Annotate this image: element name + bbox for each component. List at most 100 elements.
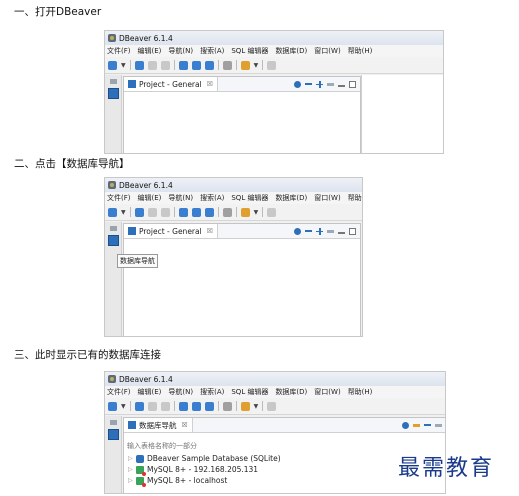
transaction-icon[interactable] (222, 60, 232, 70)
transaction-icon[interactable] (222, 207, 232, 217)
step-3-label: 三、此时显示已有的数据库连接 (14, 349, 161, 361)
link-icon[interactable] (327, 229, 334, 233)
close-icon[interactable]: ☒ (182, 421, 188, 429)
database-navigator-icon[interactable] (107, 429, 119, 440)
menu-file[interactable]: 文件(F) (107, 46, 131, 56)
restore-icon[interactable] (109, 226, 117, 231)
new-sql-script-icon[interactable] (204, 207, 214, 217)
new-connection-icon[interactable] (108, 207, 117, 217)
menu-sql-editor[interactable]: SQL 编辑器 (231, 193, 268, 203)
menu-window[interactable]: 窗口(W) (314, 46, 340, 56)
transaction-icon[interactable] (222, 401, 232, 411)
database-navigator-icon (128, 421, 136, 429)
tab-project-general[interactable]: Project - General ☒ (124, 77, 218, 91)
expand-icon[interactable]: ▷ (128, 455, 136, 462)
close-icon[interactable]: ☒ (207, 80, 213, 88)
connect-icon[interactable] (134, 207, 144, 217)
database-navigator-icon[interactable] (107, 235, 119, 246)
add-icon[interactable] (316, 80, 323, 88)
new-connection-icon[interactable] (108, 401, 117, 411)
maximize-icon[interactable] (349, 80, 356, 88)
connect-icon[interactable] (134, 60, 144, 70)
menu-database[interactable]: 数据库(D) (275, 46, 307, 56)
menu-edit[interactable]: 编辑(E) (138, 46, 162, 56)
collapse-icon[interactable] (305, 83, 312, 85)
restore-icon[interactable] (109, 420, 117, 425)
connect-icon[interactable] (134, 401, 144, 411)
menu-window[interactable]: 窗口(W) (314, 387, 340, 397)
chevron-down-icon[interactable]: ▼ (121, 62, 126, 69)
collapse-icon[interactable] (305, 230, 312, 232)
menu-search[interactable]: 搜索(A) (200, 46, 224, 56)
new-connection-icon[interactable] (108, 60, 117, 70)
minimize-icon[interactable] (338, 231, 345, 234)
toolbar-separator (217, 60, 219, 70)
menu-file[interactable]: 文件(F) (107, 193, 131, 203)
back-icon[interactable] (267, 401, 277, 411)
maximize-icon[interactable] (349, 227, 356, 235)
chevron-down-icon[interactable]: ▼ (254, 62, 259, 69)
chevron-down-icon[interactable]: ▼ (121, 209, 126, 216)
link-icon[interactable] (435, 423, 442, 427)
menu-edit[interactable]: 编辑(E) (138, 193, 162, 203)
sql-editor-icon[interactable] (178, 207, 188, 217)
main-toolbar: ▼ ▼ (105, 398, 445, 415)
menu-file[interactable]: 文件(F) (107, 387, 131, 397)
expand-icon[interactable]: ▷ (128, 466, 136, 473)
refresh-icon[interactable] (160, 207, 170, 217)
collapse-icon[interactable] (424, 424, 431, 426)
menu-navigate[interactable]: 导航(N) (168, 193, 193, 203)
folder-icon[interactable] (413, 423, 420, 427)
disconnect-icon[interactable] (147, 60, 157, 70)
tab-label: 数据库导航 (139, 420, 177, 430)
rocket-icon[interactable] (240, 401, 250, 411)
menu-help[interactable]: 帮助(H) (348, 387, 373, 397)
expand-icon[interactable]: ▷ (128, 477, 136, 484)
menu-help[interactable]: 帮助(H) (348, 46, 373, 56)
menu-bar: 文件(F) 编辑(E) 导航(N) 搜索(A) SQL 编辑器 数据库(D) 窗… (105, 192, 362, 204)
toolbar-separator (262, 60, 264, 70)
chevron-down-icon[interactable]: ▼ (254, 403, 259, 410)
menu-search[interactable]: 搜索(A) (200, 387, 224, 397)
disconnect-icon[interactable] (147, 401, 157, 411)
tab-database-navigator[interactable]: 数据库导航 ☒ (124, 418, 193, 432)
new-sql-script-icon[interactable] (204, 401, 214, 411)
database-navigator-icon[interactable] (107, 88, 119, 99)
disconnect-icon[interactable] (147, 207, 157, 217)
step-1-label: 一、打开DBeaver (14, 6, 102, 18)
open-sql-script-icon[interactable] (191, 401, 201, 411)
menu-navigate[interactable]: 导航(N) (168, 46, 193, 56)
back-icon[interactable] (267, 60, 277, 70)
sql-editor-icon[interactable] (178, 401, 188, 411)
open-sql-script-icon[interactable] (191, 207, 201, 217)
menu-database[interactable]: 数据库(D) (275, 387, 307, 397)
menu-navigate[interactable]: 导航(N) (168, 387, 193, 397)
table-filter-input[interactable] (124, 439, 330, 453)
refresh-icon[interactable] (160, 60, 170, 70)
gear-icon[interactable] (294, 227, 301, 235)
menu-edit[interactable]: 编辑(E) (138, 387, 162, 397)
menu-search[interactable]: 搜索(A) (200, 193, 224, 203)
menu-help[interactable]: 帮助(H) (348, 193, 362, 203)
chevron-down-icon[interactable]: ▼ (121, 403, 126, 410)
menu-database[interactable]: 数据库(D) (275, 193, 307, 203)
new-sql-script-icon[interactable] (204, 60, 214, 70)
refresh-icon[interactable] (160, 401, 170, 411)
back-icon[interactable] (267, 207, 277, 217)
rocket-icon[interactable] (240, 207, 250, 217)
menu-sql-editor[interactable]: SQL 编辑器 (231, 387, 268, 397)
gear-icon[interactable] (294, 80, 301, 88)
rocket-icon[interactable] (240, 60, 250, 70)
menu-sql-editor[interactable]: SQL 编辑器 (231, 46, 268, 56)
sql-editor-icon[interactable] (178, 60, 188, 70)
chevron-down-icon[interactable]: ▼ (254, 209, 259, 216)
restore-icon[interactable] (109, 79, 117, 84)
minimize-icon[interactable] (338, 84, 345, 87)
link-icon[interactable] (327, 82, 334, 86)
close-icon[interactable]: ☒ (207, 227, 213, 235)
add-icon[interactable] (316, 227, 323, 235)
new-connection-icon[interactable] (402, 421, 409, 429)
tab-project-general[interactable]: Project - General ☒ (124, 224, 218, 238)
menu-window[interactable]: 窗口(W) (314, 193, 340, 203)
open-sql-script-icon[interactable] (191, 60, 201, 70)
